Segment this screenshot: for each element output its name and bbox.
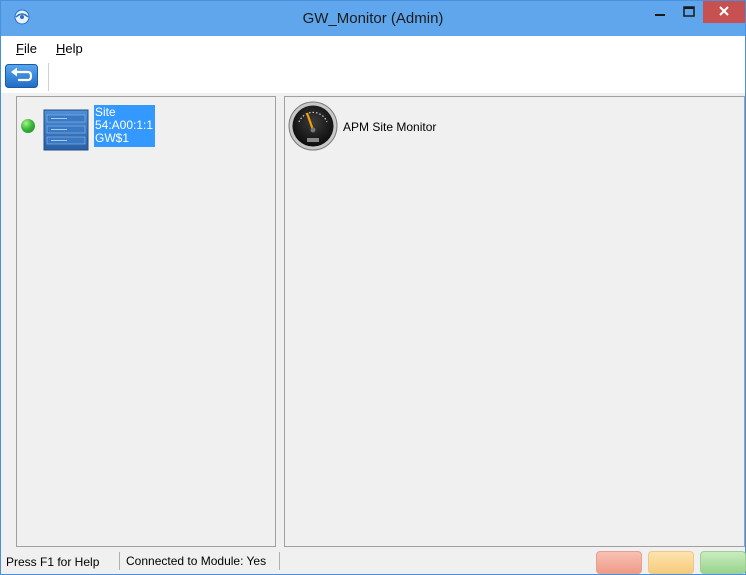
menu-help-accel: H <box>56 41 66 56</box>
title-bar[interactable]: GW_Monitor (Admin) <box>1 1 745 36</box>
status-help-text: Press F1 for Help <box>6 555 100 569</box>
maximize-button[interactable] <box>675 1 703 23</box>
window-title: GW_Monitor (Admin) <box>302 10 444 27</box>
site-node-label[interactable]: Site 54:A00:1:1 GW$1 <box>94 105 156 147</box>
gauge-icon[interactable] <box>287 100 339 152</box>
green-indicator <box>700 551 746 574</box>
menu-file-rest: ile <box>23 41 37 56</box>
site-node-line-3: GW$1 <box>95 131 130 145</box>
toolbar-separator <box>48 63 49 91</box>
server-rack-icon[interactable] <box>43 109 89 151</box>
toolbar <box>1 60 745 93</box>
module-list-panel[interactable]: APM Site Monitor <box>284 96 745 547</box>
status-connection-text: Connected to Module: Yes <box>126 554 267 568</box>
maximize-icon <box>683 6 695 17</box>
close-icon <box>719 6 729 16</box>
menu-file-accel: F <box>16 41 24 56</box>
yellow-indicator <box>648 551 694 574</box>
app-window: GW_Monitor (Admin) File Help Site 54:A00… <box>0 0 746 575</box>
site-tree-panel[interactable]: Site 54:A00:1:1 GW$1 <box>16 96 276 547</box>
status-separator <box>119 552 120 570</box>
status-indicator-icon <box>21 119 35 133</box>
close-button[interactable] <box>703 1 745 23</box>
menu-bar: File Help <box>1 36 745 60</box>
module-label-apm-site-monitor[interactable]: APM Site Monitor <box>343 120 436 134</box>
menu-help-rest: elp <box>65 41 83 56</box>
minimize-button[interactable] <box>645 1 675 23</box>
status-bar: Press F1 for Help Connected to Module: Y… <box>1 547 746 574</box>
menu-file[interactable]: File <box>16 41 37 56</box>
red-indicator <box>596 551 642 574</box>
minimize-icon <box>655 14 665 16</box>
back-arrow-icon <box>5 64 38 88</box>
back-button[interactable] <box>5 64 38 88</box>
menu-help[interactable]: Help <box>56 41 83 56</box>
status-separator <box>279 552 280 570</box>
